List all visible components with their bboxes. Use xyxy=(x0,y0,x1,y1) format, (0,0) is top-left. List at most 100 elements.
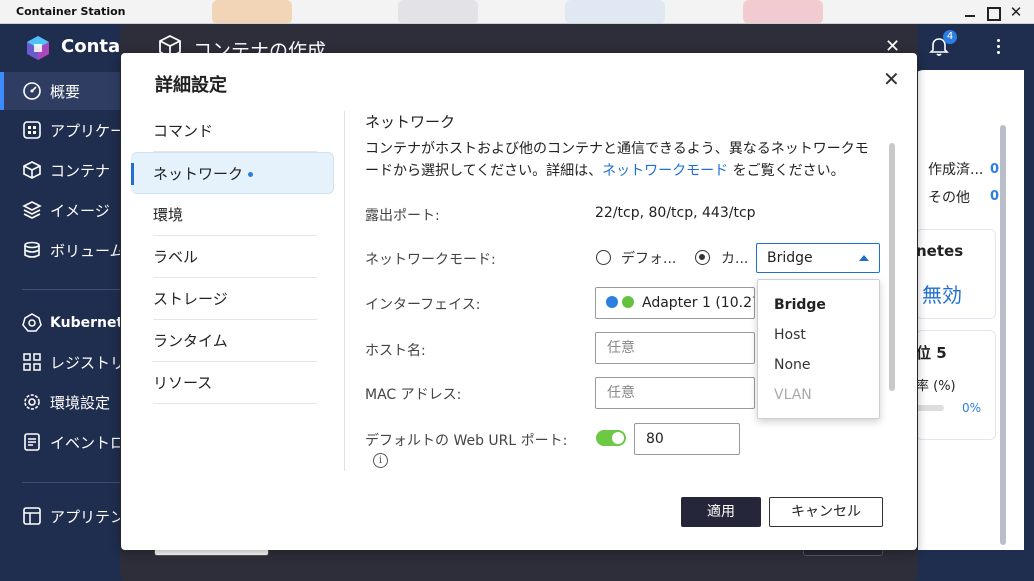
settings-tabs: コマンド ネットワーク 環境 ラベル ストレージ ランタイム リソース xyxy=(131,110,334,404)
mac-address-label: MAC アドレス: xyxy=(365,387,462,403)
kubernetes-status: 無効 xyxy=(922,283,962,307)
web-url-port-input[interactable]: 80 xyxy=(634,423,740,455)
other-label: その他 xyxy=(928,190,970,206)
resource-card-title: 位 5 xyxy=(916,344,947,362)
background-thumbnail xyxy=(743,0,823,23)
sidebar-item-label: レジストリ xyxy=(50,353,126,372)
mode-custom-label: カ... xyxy=(721,251,749,267)
main-scrollbar[interactable] xyxy=(1000,125,1006,545)
modified-indicator-dot xyxy=(248,172,254,177)
description-text-end: をご覧ください。 xyxy=(728,163,845,179)
tab-label: ストレージ xyxy=(153,290,228,308)
tab-label: ネットワーク xyxy=(153,165,244,183)
template-icon xyxy=(23,507,41,525)
dropdown-option-none[interactable]: None xyxy=(758,350,879,380)
mac-placeholder: 任意 xyxy=(607,385,635,401)
background-thumbnail xyxy=(398,0,478,23)
sidebar-item-volumes[interactable]: ボリューム xyxy=(0,231,130,269)
interface-select[interactable]: Adapter 1 (10.27.( xyxy=(595,287,755,319)
container-icon xyxy=(23,161,41,179)
minimize-button[interactable] xyxy=(962,4,978,20)
mac-address-input[interactable]: 任意 xyxy=(595,377,755,409)
cancel-button[interactable]: キャンセル xyxy=(769,497,883,527)
network-mode-label: ネットワークモード: xyxy=(365,252,496,268)
dropdown-option-vlan: VLAN xyxy=(774,387,812,403)
mode-custom-radio[interactable] xyxy=(695,250,710,265)
sidebar: 概要 アプリケー コンテナ イメージ ボリューム Kubernete レジストリ… xyxy=(0,70,132,581)
section-title: ネットワーク xyxy=(365,113,456,131)
tab-label: リソース xyxy=(153,374,213,392)
created-label: 作成済... xyxy=(928,162,984,178)
sidebar-item-applications[interactable]: アプリケー xyxy=(0,111,130,149)
sidebar-item-overview[interactable]: 概要 xyxy=(0,72,130,110)
tab-label: 環境 xyxy=(153,206,184,224)
tab-label: コマンド xyxy=(153,122,214,140)
maximize-button[interactable] xyxy=(984,4,1001,21)
dropdown-option-bridge[interactable]: Bridge xyxy=(758,290,879,320)
sidebar-item-event-log[interactable]: イベントロ xyxy=(0,423,130,461)
tab-network[interactable]: ネットワーク xyxy=(131,152,334,194)
layers-icon xyxy=(22,201,42,219)
info-icon[interactable]: i xyxy=(373,453,388,468)
sidebar-item-preferences[interactable]: 環境設定 xyxy=(0,383,130,421)
more-options-icon[interactable] xyxy=(997,39,1001,57)
usage-percent: 0% xyxy=(962,401,982,415)
network-mode-help-link[interactable]: ネットワークモード xyxy=(602,163,728,179)
web-url-port-label: デフォルトの Web URL ポート: xyxy=(365,433,568,449)
sidebar-item-images[interactable]: イメージ xyxy=(0,191,130,229)
tab-labels[interactable]: ラベル xyxy=(153,236,317,278)
sidebar-item-app-templates[interactable]: アプリテン xyxy=(0,497,130,535)
network-description: コンテナがホストおよび他のコンテナと通信できるよう、異なるネットワークモードから… xyxy=(365,138,880,182)
mode-default-radio[interactable] xyxy=(596,250,611,265)
resource-card-subtitle: 率 (%) xyxy=(916,379,956,394)
tab-storage[interactable]: ストレージ xyxy=(153,278,317,320)
sidebar-item-label: アプリテン xyxy=(50,507,126,526)
kubernetes-card-title: netes xyxy=(916,242,964,260)
database-icon xyxy=(24,241,40,258)
dashboard-icon xyxy=(23,82,41,100)
close-window-button[interactable]: ✕ xyxy=(1008,4,1024,20)
notification-badge: 4 xyxy=(943,30,957,44)
web-url-port-toggle[interactable] xyxy=(596,430,626,446)
sidebar-item-containers[interactable]: コンテナ xyxy=(0,151,130,189)
tab-resources[interactable]: リソース xyxy=(153,362,317,404)
sidebar-item-kubernetes[interactable]: Kubernete xyxy=(0,304,130,342)
interface-label: インターフェイス: xyxy=(365,297,481,313)
tab-runtime[interactable]: ランタイム xyxy=(153,320,317,362)
window-title: Container Station xyxy=(16,5,126,18)
sidebar-divider xyxy=(22,289,132,290)
panel-scrollbar[interactable] xyxy=(889,143,895,391)
selected-mode: Bridge xyxy=(767,250,813,266)
connected-icon xyxy=(622,296,634,308)
network-mode-select[interactable]: Bridge xyxy=(756,243,880,273)
adapter-icon xyxy=(606,296,618,308)
interface-value: Adapter 1 (10.27.( xyxy=(642,295,754,311)
apps-icon xyxy=(23,121,41,139)
apply-button[interactable]: 適用 xyxy=(681,497,761,527)
hostname-label: ホスト名: xyxy=(365,343,426,359)
window-titlebar: Container Station ✕ xyxy=(0,0,1034,24)
tab-label: ラベル xyxy=(153,248,199,266)
sidebar-item-registry[interactable]: レジストリ xyxy=(0,343,130,381)
log-icon xyxy=(24,433,40,451)
dialog-title: 詳細設定 xyxy=(155,75,227,96)
tab-environment[interactable]: 環境 xyxy=(153,194,317,236)
hostname-placeholder: 任意 xyxy=(607,340,635,356)
exposed-ports-label: 露出ポート: xyxy=(365,208,440,224)
background-thumbnail xyxy=(565,0,665,23)
sidebar-divider xyxy=(22,482,132,483)
mode-default-label: デフォ... xyxy=(621,251,677,267)
dropdown-option-host[interactable]: Host xyxy=(758,320,879,350)
hostname-input[interactable]: 任意 xyxy=(595,332,755,364)
sidebar-item-label: イベントロ xyxy=(50,433,126,452)
kubernetes-icon xyxy=(22,313,42,332)
app-brand: Contai xyxy=(61,36,127,57)
tab-command[interactable]: コマンド xyxy=(153,110,317,152)
sidebar-item-label: ボリューム xyxy=(50,241,125,260)
registry-icon xyxy=(23,353,41,371)
sidebar-item-label: 環境設定 xyxy=(50,393,111,412)
other-count: 0 xyxy=(990,189,1000,204)
sidebar-item-label: コンテナ xyxy=(50,161,111,180)
close-icon[interactable]: ✕ xyxy=(883,67,900,91)
network-mode-dropdown: Bridge Host None VLAN xyxy=(757,279,880,419)
